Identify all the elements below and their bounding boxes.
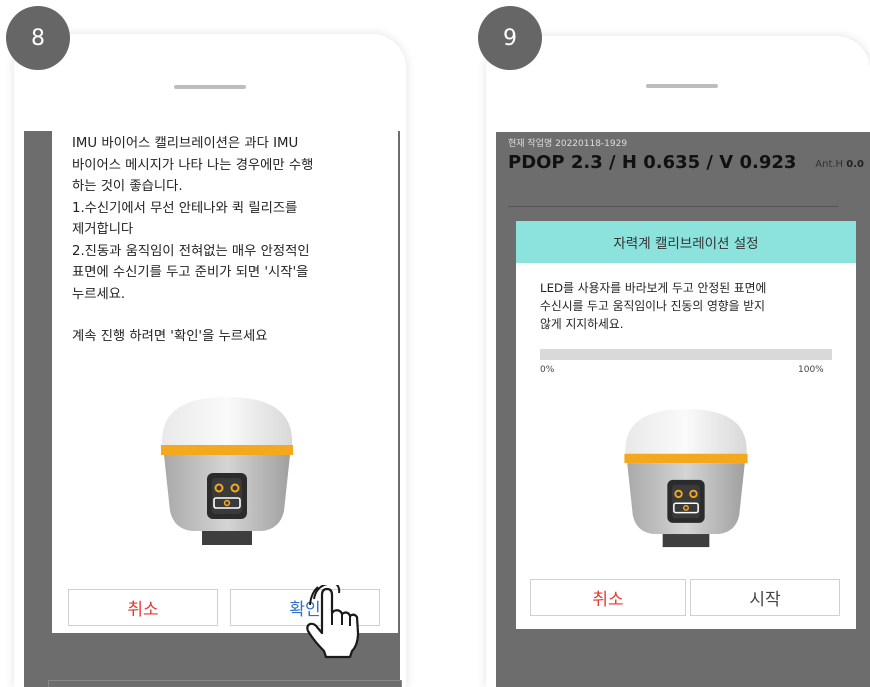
progress-min-label: 0% bbox=[540, 365, 555, 375]
antenna-height-value: 0.0 bbox=[846, 159, 864, 170]
bottom-input-field bbox=[48, 680, 402, 687]
dialog-message: IMU 바이어스 캘리브레이션은 과다 IMU 바이어스 메시지가 나타 나는 … bbox=[72, 133, 382, 348]
gnss-receiver-illustration bbox=[161, 397, 293, 545]
progress-max-label: 100% bbox=[798, 365, 824, 375]
cancel-button[interactable]: 취소 bbox=[530, 579, 686, 616]
hand-pointer-icon bbox=[306, 585, 360, 659]
phone-frame-9: 현재 작업명 20220118-1929 PDOP 2.3 / H 0.635 … bbox=[486, 36, 870, 687]
cancel-button[interactable]: 취소 bbox=[68, 589, 218, 626]
message-line: 바이어스 메시지가 나타 나는 경우에만 수행 bbox=[72, 157, 314, 173]
app-screen-9: 현재 작업명 20220118-1929 PDOP 2.3 / H 0.635 … bbox=[496, 132, 870, 687]
magnetometer-calibration-dialog: 자력계 캘리브레이션 설정 LED를 사용자를 바라보게 두고 안정된 표면에 … bbox=[516, 221, 856, 629]
step-badge-9: 9 bbox=[478, 6, 542, 70]
dialog-message: LED를 사용자를 바라보게 두고 안정된 표면에 수신시를 두고 움직임이나 … bbox=[540, 279, 840, 333]
phone-notch bbox=[174, 85, 246, 89]
message-line: 2.진동과 움직임이 전혀없는 매우 안정적인 bbox=[72, 243, 310, 259]
calibration-progress-bar bbox=[540, 349, 832, 360]
gnss-receiver-illustration bbox=[624, 408, 748, 548]
antenna-height-label: Ant.H bbox=[815, 159, 844, 170]
message-line: LED를 사용자를 바라보게 두고 안정된 표면에 bbox=[540, 281, 767, 295]
antenna-height: Ant.H 0.0 bbox=[815, 159, 864, 170]
imu-calibration-dialog: IMU 바이어스 캘리브레이션은 과다 IMU 바이어스 메시지가 나타 나는 … bbox=[52, 131, 398, 633]
message-line: 계속 진행 하려면 '확인'을 누르세요 bbox=[72, 329, 268, 344]
divider bbox=[508, 206, 838, 207]
message-line bbox=[72, 305, 382, 326]
message-line: 누르세요. bbox=[72, 286, 126, 302]
message-line: IMU 바이어스 캘리브레이션은 과다 IMU bbox=[72, 136, 299, 151]
message-line: 1.수신기에서 무선 안테나와 퀵 릴리즈를 bbox=[72, 200, 298, 216]
step-badge-8: 8 bbox=[6, 6, 70, 70]
message-line: 않게 지지하세요. bbox=[540, 317, 624, 331]
start-button[interactable]: 시작 bbox=[690, 579, 840, 616]
message-line: 하는 것이 좋습니다. bbox=[72, 179, 183, 194]
message-line: 제거합니다 bbox=[72, 222, 134, 237]
dialog-title: 자력계 캘리브레이션 설정 bbox=[516, 221, 856, 263]
pdop-readout: PDOP 2.3 / H 0.635 / V 0.923 bbox=[508, 152, 797, 173]
message-line: 수신시를 두고 움직임이나 진동의 영향을 받지 bbox=[540, 299, 765, 313]
message-line: 표면에 수신기를 두고 준비가 되면 '시작'을 bbox=[72, 265, 309, 280]
phone-notch bbox=[646, 84, 718, 88]
job-name: 현재 작업명 20220118-1929 bbox=[508, 139, 628, 149]
